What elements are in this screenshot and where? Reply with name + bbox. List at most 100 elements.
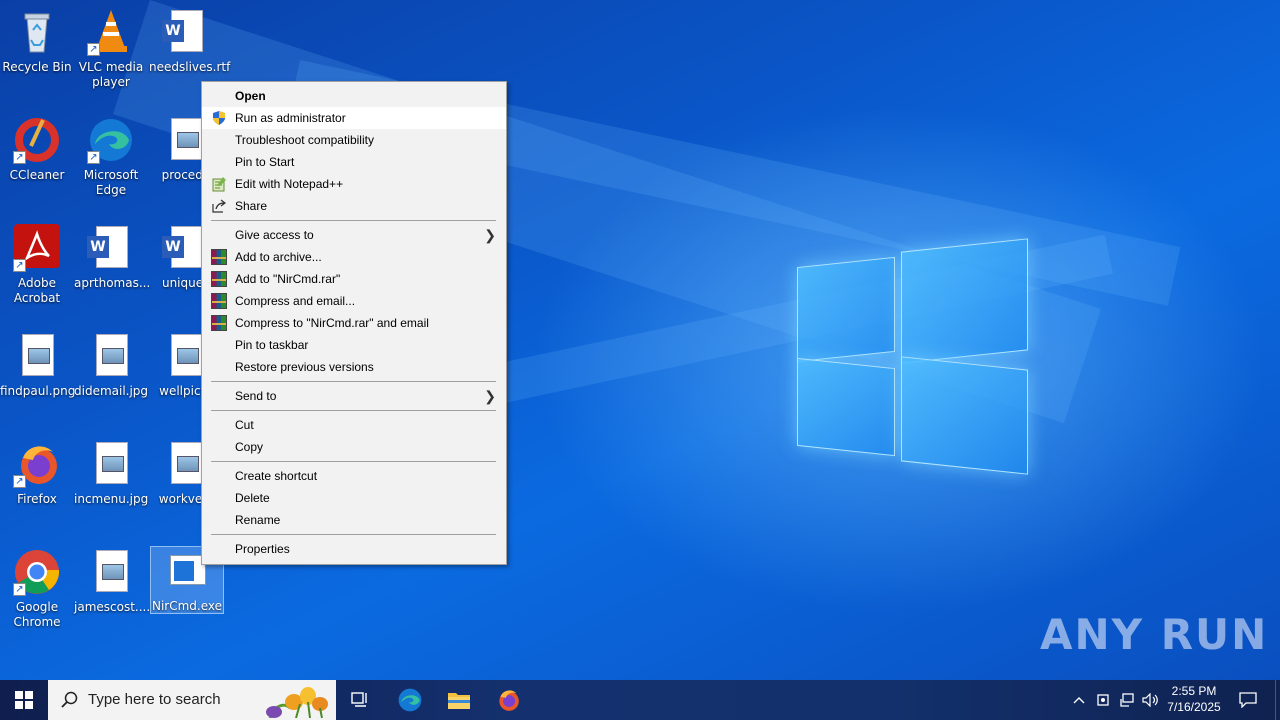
submenu-arrow-icon: ❯ [484, 227, 496, 243]
menu-item-edit-with-notepadpp[interactable]: Edit with Notepad++ [202, 173, 506, 195]
ccleaner-icon: ↗ [13, 116, 61, 164]
windows-logo-pane [901, 356, 1028, 475]
desktop-icon-firefox[interactable]: ↗ Firefox [0, 440, 74, 507]
menu-item-label: Compress and email... [235, 294, 356, 308]
shortcut-arrow-icon: ↗ [13, 151, 26, 164]
taskbar-firefox-button[interactable] [484, 680, 532, 720]
menu-item-label: Add to "NirCmd.rar" [235, 272, 341, 286]
chrome-icon: ↗ [13, 548, 61, 596]
notepadpp-icon [211, 176, 227, 192]
menu-item-copy[interactable]: Copy [202, 436, 506, 458]
desktop-icon-adobe-acrobat[interactable]: ↗ Adobe Acrobat [0, 224, 74, 306]
start-button[interactable] [0, 680, 48, 720]
menu-item-delete[interactable]: Delete [202, 487, 506, 509]
taskbar-search-box[interactable]: Type here to search [48, 680, 336, 720]
menu-item-label: Open [235, 89, 266, 103]
desktop-icon-ccleaner[interactable]: ↗ CCleaner [0, 116, 74, 183]
image-file-icon [13, 332, 61, 380]
menu-separator [211, 461, 496, 462]
desktop-icon-vlc[interactable]: ↗ VLC media player [74, 8, 148, 90]
task-view-button[interactable] [336, 680, 384, 720]
menu-item-properties[interactable]: Properties [202, 538, 506, 560]
image-file-icon [87, 440, 135, 488]
menu-item-send-to[interactable]: Send to ❯ [202, 385, 506, 407]
desktop-icon-label: CCleaner [9, 168, 65, 182]
menu-item-compress-to-nircmd-rar-and-email[interactable]: Compress to "NirCmd.rar" and email [202, 312, 506, 334]
menu-item-label: Share [235, 199, 268, 213]
taskbar-file-explorer-button[interactable] [435, 680, 483, 720]
show-desktop-button[interactable] [1275, 680, 1280, 720]
menu-item-add-to-nircmd-rar[interactable]: Add to "NirCmd.rar" [202, 268, 506, 290]
menu-separator [211, 534, 496, 535]
menu-item-label: Give access to [235, 228, 314, 242]
word-document-icon: W [87, 224, 135, 272]
desktop-icon-label: VLC media player [78, 60, 144, 89]
menu-item-label: Copy [235, 440, 264, 454]
menu-item-cut[interactable]: Cut [202, 414, 506, 436]
network-icon [1120, 693, 1134, 707]
word-document-icon: W [162, 8, 210, 56]
menu-item-open[interactable]: Open [202, 85, 506, 107]
menu-item-label: Create shortcut [235, 469, 318, 483]
tray-app-button[interactable] [1092, 680, 1114, 720]
recycle-bin-icon [13, 8, 61, 56]
shortcut-arrow-icon: ↗ [13, 583, 26, 596]
notification-icon [1239, 692, 1257, 708]
menu-item-share[interactable]: Share [202, 195, 506, 217]
desktop-icon-label: needslives.rtf [149, 60, 231, 74]
menu-item-create-shortcut[interactable]: Create shortcut [202, 465, 506, 487]
desktop-icon-didemail[interactable]: didemail.jpg [74, 332, 148, 399]
menu-item-label: Restore previous versions [235, 360, 374, 374]
menu-item-troubleshoot-compatibility[interactable]: Troubleshoot compatibility [202, 129, 506, 151]
action-center-button[interactable] [1230, 680, 1266, 720]
taskbar-edge-button[interactable] [386, 680, 434, 720]
menu-separator [211, 220, 496, 221]
windows-logo-pane [901, 238, 1028, 364]
desktop-icon-findpaul[interactable]: findpaul.png [0, 332, 76, 399]
shortcut-arrow-icon: ↗ [13, 259, 26, 272]
network-button[interactable] [1116, 680, 1138, 720]
menu-item-rename[interactable]: Rename [202, 509, 506, 531]
menu-item-label: Troubleshoot compatibility [235, 133, 374, 147]
menu-item-restore-previous-versions[interactable]: Restore previous versions [202, 356, 506, 378]
show-hidden-icons-button[interactable] [1068, 680, 1090, 720]
menu-item-pin-to-taskbar[interactable]: Pin to taskbar [202, 334, 506, 356]
windows-logo-pane [797, 357, 895, 457]
uac-shield-icon [211, 110, 227, 126]
desktop-icon-recycle-bin[interactable]: Recycle Bin [0, 8, 74, 75]
menu-item-compress-and-email[interactable]: Compress and email... [202, 290, 506, 312]
desktop-icon-needslives[interactable]: W needslives.rtf [149, 8, 231, 75]
desktop-icon-label: Recycle Bin [2, 60, 72, 74]
desktop-icon-label: Google Chrome [13, 600, 61, 629]
desktop-icon-incmenu[interactable]: incmenu.jpg [74, 440, 148, 507]
menu-item-label: Properties [235, 542, 290, 556]
desktop-icon-label: jamescost.... [74, 600, 151, 614]
task-view-icon [351, 692, 367, 707]
search-highlight-flowers-icon [266, 687, 328, 718]
desktop-icon-label: findpaul.png [0, 384, 76, 398]
desktop-icon-google-chrome[interactable]: ↗ Google Chrome [0, 548, 74, 630]
desktop-icon-aprthomas[interactable]: W aprthomas... [74, 224, 150, 291]
desktop-icon-jamescost[interactable]: jamescost.... [74, 548, 151, 615]
menu-item-add-to-archive[interactable]: Add to archive... [202, 246, 506, 268]
taskbar-clock[interactable]: 2:55 PM 7/16/2025 [1158, 683, 1230, 715]
menu-item-label: Pin to Start [235, 155, 295, 169]
menu-item-give-access-to[interactable]: Give access to ❯ [202, 224, 506, 246]
menu-item-label: Edit with Notepad++ [235, 177, 344, 191]
clock-date: 7/16/2025 [1167, 700, 1221, 714]
shortcut-arrow-icon: ↗ [13, 475, 26, 488]
firefox-icon [499, 690, 519, 711]
menu-item-run-as-administrator[interactable]: Run as administrator [202, 107, 506, 129]
menu-item-label: Send to [235, 389, 277, 403]
menu-item-label: Run as administrator [235, 111, 346, 125]
shortcut-arrow-icon: ↗ [87, 151, 100, 164]
anyrun-watermark: ANY RUN [1040, 610, 1269, 659]
menu-item-label: Compress to "NirCmd.rar" and email [235, 316, 429, 330]
menu-item-label: Add to archive... [235, 250, 322, 264]
search-icon [61, 691, 78, 708]
desktop-icon-microsoft-edge[interactable]: ↗ Microsoft Edge [74, 116, 148, 198]
winrar-icon [211, 271, 227, 287]
menu-item-pin-to-start[interactable]: Pin to Start [202, 151, 506, 173]
windows-start-icon [15, 691, 33, 709]
windows-logo-pane [797, 256, 895, 363]
